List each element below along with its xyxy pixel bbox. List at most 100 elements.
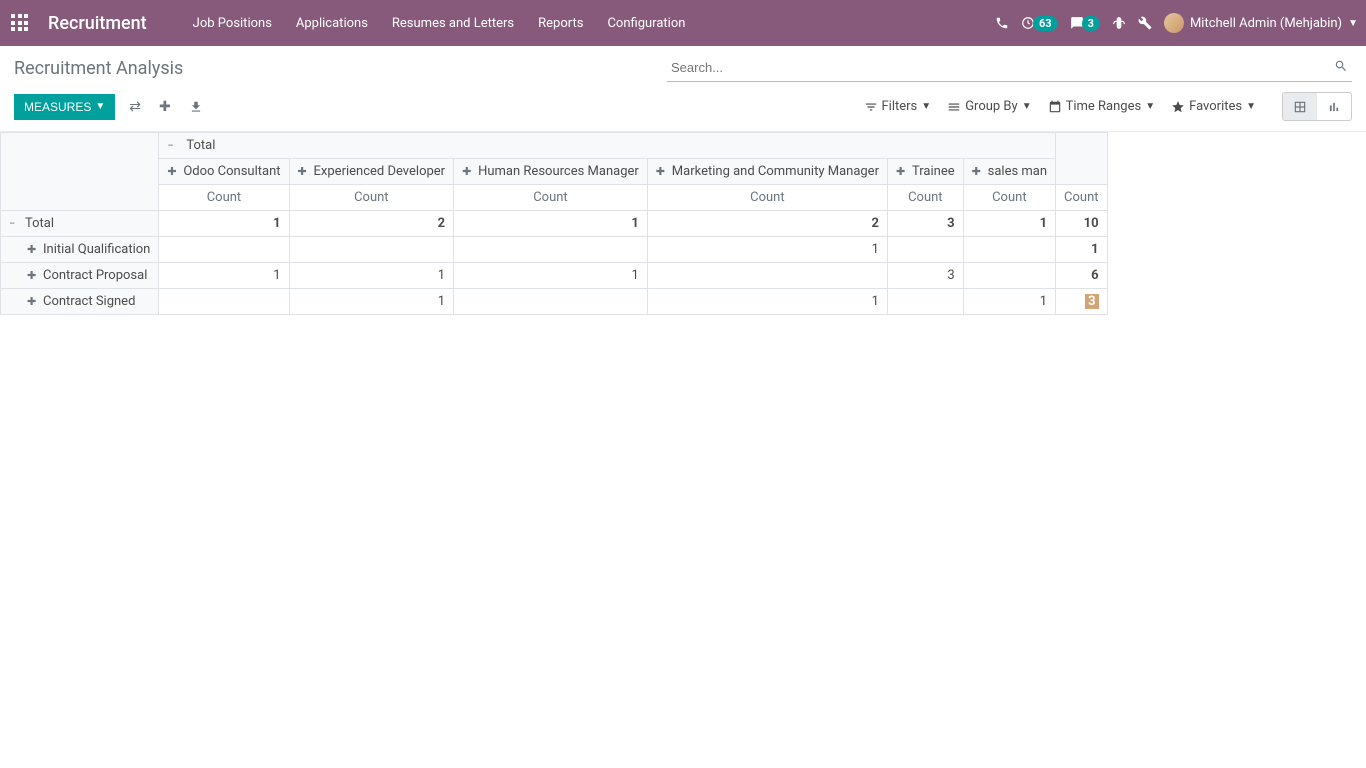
nav-configuration[interactable]: Configuration: [597, 10, 695, 37]
cell-value: 1: [289, 289, 454, 315]
user-menu[interactable]: Mitchell Admin (Mehjabin) ▼: [1164, 13, 1358, 33]
search-area: [667, 54, 1352, 82]
cell-value: 3: [887, 211, 963, 237]
col-header[interactable]: ✚Trainee: [887, 159, 963, 185]
cell-value: [159, 237, 289, 263]
nav-reports[interactable]: Reports: [528, 10, 593, 37]
groupby-button[interactable]: Group By ▼: [947, 99, 1031, 114]
cell-value: 1: [647, 237, 887, 263]
chat-icon[interactable]: 3: [1070, 16, 1100, 31]
cell-value: 1: [963, 211, 1055, 237]
breadcrumb-bar: Recruitment Analysis: [0, 46, 1366, 82]
cell-value: 10: [1056, 211, 1107, 237]
nav-menu: Job Positions Applications Resumes and L…: [183, 10, 696, 37]
nav-applications[interactable]: Applications: [286, 10, 378, 37]
cell-value: 1: [963, 289, 1055, 315]
col-header[interactable]: ✚Odoo Consultant: [159, 159, 289, 185]
col-header[interactable]: ✚Experienced Developer: [289, 159, 454, 185]
activity-icon[interactable]: 63: [1021, 16, 1058, 31]
expand-all-icon[interactable]: ✚: [155, 95, 175, 119]
count-header: Count: [289, 185, 454, 211]
tools-icon[interactable]: [1138, 16, 1152, 30]
phone-icon[interactable]: [995, 16, 1009, 30]
cell-value: [887, 289, 963, 315]
pivot-view-button[interactable]: [1283, 93, 1317, 120]
pivot-container: − Total ✚Odoo Consultant✚Experienced Dev…: [0, 132, 1366, 315]
expand-icon[interactable]: ✚: [27, 269, 39, 282]
count-header: Count: [1056, 185, 1107, 211]
caret-down-icon: ▼: [1246, 101, 1256, 112]
grand-total-col: [1056, 133, 1107, 185]
table-row: ✚Contract Proposal11136: [1, 263, 1108, 289]
cell-value: [454, 237, 648, 263]
count-header: Count: [887, 185, 963, 211]
count-header: Count: [454, 185, 648, 211]
download-icon[interactable]: [185, 95, 207, 119]
user-name: Mitchell Admin (Mehjabin): [1190, 16, 1342, 31]
navbar-right: 63 3 Mitchell Admin (Mehjabin) ▼: [995, 13, 1358, 33]
cell-value: 6: [1056, 263, 1107, 289]
search-icon[interactable]: [1334, 58, 1348, 73]
expand-icon[interactable]: ✚: [27, 243, 39, 256]
cell-value: 2: [647, 211, 887, 237]
expand-icon[interactable]: ✚: [656, 165, 668, 178]
brand-title[interactable]: Recruitment: [48, 13, 147, 34]
row-header[interactable]: −Total: [1, 211, 159, 237]
graph-view-button[interactable]: [1317, 93, 1351, 120]
measures-button[interactable]: MEASURES ▼: [14, 94, 115, 120]
expand-icon[interactable]: ✚: [896, 165, 908, 178]
expand-icon[interactable]: ✚: [462, 165, 474, 178]
expand-icon[interactable]: ✚: [167, 165, 179, 178]
row-header[interactable]: ✚Contract Proposal: [1, 263, 159, 289]
expand-icon[interactable]: ✚: [298, 165, 310, 178]
collapse-icon[interactable]: −: [9, 217, 21, 230]
main-navbar: Recruitment Job Positions Applications R…: [0, 0, 1366, 46]
bug-icon[interactable]: [1112, 16, 1126, 30]
cell-value: [159, 289, 289, 315]
cell-value: 3: [1056, 289, 1107, 315]
nav-job-positions[interactable]: Job Positions: [183, 10, 282, 37]
apps-icon[interactable]: [8, 11, 32, 35]
cell-value: 1: [454, 211, 648, 237]
row-header[interactable]: ✚Initial Qualification: [1, 237, 159, 263]
pivot-corner: [1, 133, 159, 211]
nav-resumes[interactable]: Resumes and Letters: [382, 10, 524, 37]
cell-value: [963, 237, 1055, 263]
collapse-icon[interactable]: −: [167, 139, 179, 152]
cell-value: [289, 237, 454, 263]
expand-icon[interactable]: ✚: [972, 165, 984, 178]
favorites-button[interactable]: Favorites ▼: [1171, 99, 1256, 114]
cell-value: [963, 263, 1055, 289]
col-header[interactable]: ✚sales man: [963, 159, 1055, 185]
row-header[interactable]: ✚Contract Signed: [1, 289, 159, 315]
cell-value: 3: [887, 263, 963, 289]
cp-left: MEASURES ▼ ⇄ ✚: [14, 94, 207, 120]
count-header: Count: [963, 185, 1055, 211]
filters-button[interactable]: Filters ▼: [864, 99, 932, 114]
cell-value: 1: [289, 263, 454, 289]
col-total-header[interactable]: − Total: [159, 133, 1056, 159]
caret-down-icon: ▼: [1145, 101, 1155, 112]
table-row: ✚Initial Qualification11: [1, 237, 1108, 263]
cell-value: 2: [289, 211, 454, 237]
activity-badge: 63: [1033, 16, 1058, 31]
caret-down-icon: ▼: [1348, 18, 1358, 29]
col-header[interactable]: ✚Human Resources Manager: [454, 159, 648, 185]
cell-value: 1: [647, 289, 887, 315]
timeranges-button[interactable]: Time Ranges ▼: [1048, 99, 1156, 114]
table-row: −Total12123110: [1, 211, 1108, 237]
cell-value: [887, 237, 963, 263]
flip-axis-icon[interactable]: ⇄: [125, 95, 145, 119]
cell-value: [454, 289, 648, 315]
pivot-table: − Total ✚Odoo Consultant✚Experienced Dev…: [0, 132, 1108, 315]
count-header: Count: [647, 185, 887, 211]
search-input[interactable]: [667, 54, 1352, 82]
chat-badge: 3: [1082, 16, 1100, 31]
cp-right: Filters ▼ Group By ▼ Time Ranges ▼ Favor…: [864, 92, 1353, 121]
control-panel: MEASURES ▼ ⇄ ✚ Filters ▼ Group By ▼ Time…: [0, 82, 1366, 132]
caret-down-icon: ▼: [95, 101, 105, 112]
expand-icon[interactable]: ✚: [27, 295, 39, 308]
navbar-left: Recruitment Job Positions Applications R…: [8, 10, 695, 37]
col-header[interactable]: ✚Marketing and Community Manager: [647, 159, 887, 185]
cell-value: 1: [159, 211, 289, 237]
